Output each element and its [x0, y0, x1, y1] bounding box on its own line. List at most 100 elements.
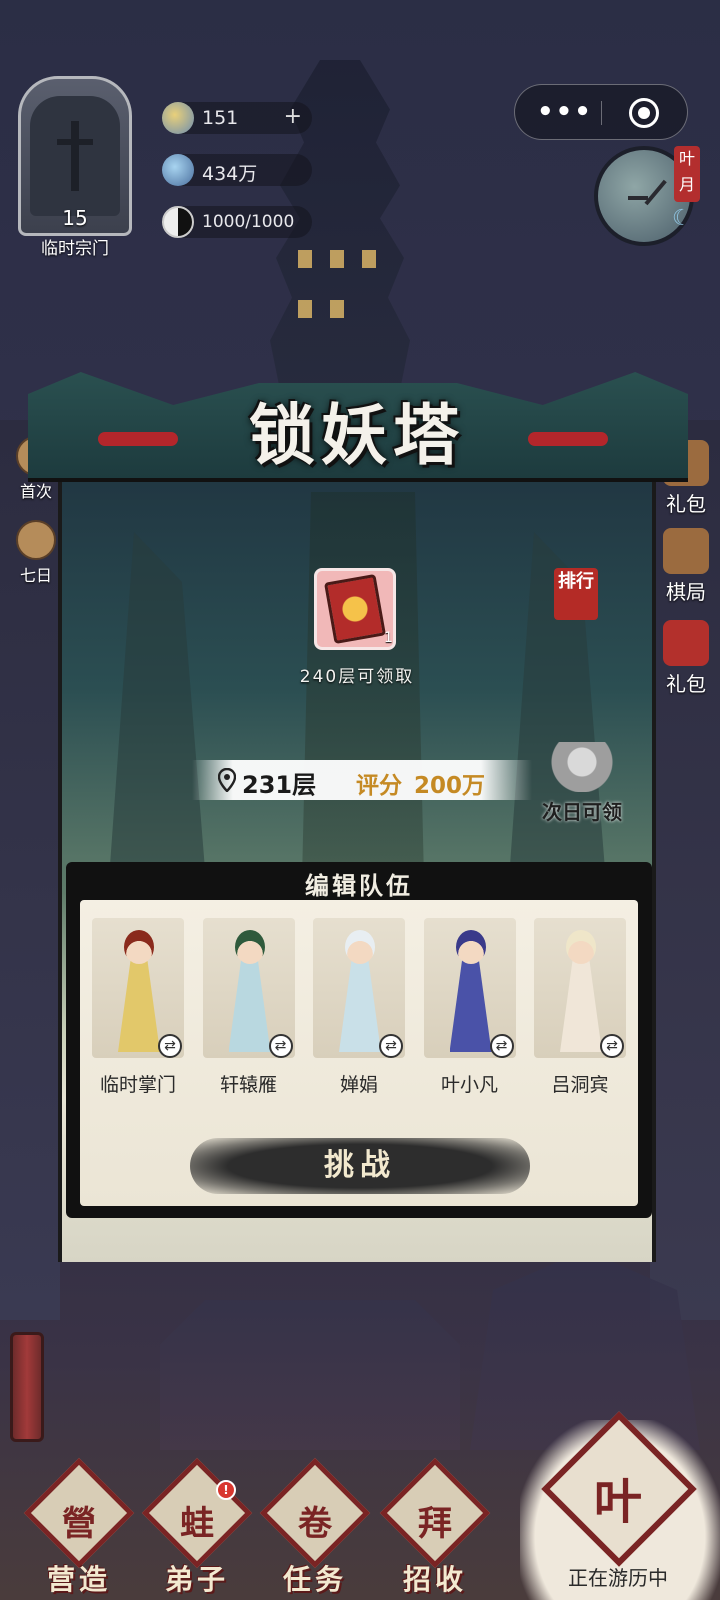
hero-name: 轩辕雁: [219, 1074, 277, 1096]
spirit-stone-icon: [162, 102, 194, 134]
side-chess[interactable]: 棋局: [658, 528, 714, 605]
nav-disciples[interactable]: 蛙 ! 弟子: [140, 1457, 253, 1596]
sect-name: 临时宗门: [41, 239, 109, 259]
background-window: [330, 300, 344, 318]
ranking-button[interactable]: 排行: [554, 568, 598, 620]
seven-day-icon: [16, 520, 56, 560]
challenge-button[interactable]: 挑战: [190, 1138, 530, 1194]
hero-head: [234, 930, 265, 964]
resource-stamina: 1000/1000: [162, 206, 312, 238]
red-packet-icon: [663, 620, 709, 666]
clock-hand: [644, 179, 667, 206]
scroll-task-icon: 卷: [298, 1504, 332, 1544]
side-label: 首次: [19, 482, 52, 501]
chess-icon: [663, 528, 709, 574]
reward-count: 1: [384, 630, 393, 646]
swap-icon[interactable]: ⇄: [379, 1034, 403, 1058]
notification-badge: !: [216, 1480, 236, 1500]
side-gift-pack-2[interactable]: 礼包: [658, 620, 714, 697]
background-window: [298, 250, 312, 268]
clock-hand: [628, 196, 648, 200]
sect-badge[interactable]: 15 临时宗门: [10, 66, 140, 262]
swap-icon[interactable]: ⇄: [600, 1034, 624, 1058]
hero-portrait: [225, 924, 275, 1054]
resource-spirit-stone: 151 +: [162, 102, 312, 134]
panel-title: 锁妖塔: [249, 396, 465, 474]
team-roster: ⇄ 临时掌门 ⇄ 轩辕雁 ⇄ 婵娟 ⇄ 叶小凡 ⇄ 吕洞宾 挑战: [80, 900, 638, 1206]
side-label: 棋局: [666, 580, 706, 604]
background-window: [362, 250, 376, 268]
nav-label: 招收: [402, 1563, 467, 1596]
moon-icon: ☾: [672, 206, 692, 231]
hero-robe: [560, 960, 602, 1052]
nav-label: 任务: [282, 1563, 347, 1596]
demon-tower-panel: 锁妖塔 排行 1 240层可领取 231层 评分 200万 次日可领 编辑队伍 …: [28, 372, 688, 1262]
hero-robe: [228, 960, 271, 1052]
mini-program-capsule: •••: [514, 84, 688, 140]
sect-emblem: [30, 96, 120, 216]
location-pin-icon: [218, 768, 236, 792]
month-tag: 叶月: [674, 146, 700, 202]
team-title: 编辑队伍: [305, 872, 413, 900]
hero-list: ⇄ 临时掌门 ⇄ 轩辕雁 ⇄ 婵娟 ⇄ 叶小凡 ⇄ 吕洞宾: [88, 918, 630, 1108]
hero-slot[interactable]: ⇄ 叶小凡: [420, 918, 520, 1108]
hero-name: 叶小凡: [440, 1074, 498, 1096]
building-icon: 營: [62, 1504, 96, 1544]
hero-head: [345, 930, 375, 964]
yin-yang-icon: [162, 206, 194, 238]
add-resource-button[interactable]: +: [284, 104, 302, 129]
travel-icon: 叶: [593, 1474, 642, 1530]
swap-icon[interactable]: ⇄: [489, 1034, 514, 1058]
more-menu-icon[interactable]: •••: [537, 99, 593, 125]
sword-icon: [57, 121, 93, 191]
nav-recruit[interactable]: 拜 招收: [378, 1457, 491, 1596]
travel-status: 正在游历中: [568, 1566, 668, 1590]
hero-robe: [339, 960, 381, 1052]
hero-name: 临时掌门: [99, 1074, 176, 1096]
hero-name: 吕洞宾: [551, 1074, 609, 1096]
daily-reward-label: 次日可领: [542, 800, 622, 824]
nav-label: 营造: [46, 1563, 111, 1596]
close-target-icon[interactable]: [629, 98, 659, 128]
hero-portrait: [114, 924, 164, 1054]
nav-label: 弟子: [164, 1563, 229, 1596]
background-window: [298, 300, 312, 318]
hero-portrait: [446, 924, 496, 1054]
hero-robe: [118, 960, 160, 1052]
hero-slot[interactable]: ⇄ 临时掌门: [88, 918, 188, 1108]
nav-tasks[interactable]: 卷 任务: [258, 1457, 371, 1596]
skill-book-icon: [324, 573, 386, 645]
hero-slot[interactable]: ⇄ 婵娟: [309, 918, 409, 1108]
crystal-icon: [162, 154, 194, 186]
capsule-divider: [601, 101, 602, 125]
nav-build[interactable]: 營 营造: [22, 1457, 135, 1596]
swap-icon[interactable]: ⇄: [158, 1034, 182, 1058]
background-window: [330, 250, 344, 268]
swap-icon[interactable]: ⇄: [268, 1034, 293, 1058]
scroll-menu-icon[interactable]: [10, 1332, 44, 1442]
reward-condition: 240层可领取: [299, 667, 415, 687]
hero-portrait: [335, 924, 385, 1054]
resource-crystal: 434万: [162, 154, 312, 186]
hero-head: [455, 930, 486, 964]
invitation-card-icon: 拜: [418, 1504, 452, 1544]
hero-slot[interactable]: ⇄ 吕洞宾: [530, 918, 630, 1108]
hero-slot[interactable]: ⇄ 轩辕雁: [199, 918, 299, 1108]
disciple-icon: 蛙: [180, 1504, 214, 1544]
resource-value: 151: [202, 107, 239, 129]
background-gate: [160, 1300, 460, 1450]
current-floor: 231层: [242, 771, 317, 799]
side-seven-day[interactable]: 七日: [14, 520, 58, 586]
daily-reward-chest-icon[interactable]: [532, 742, 632, 792]
hero-portrait: [556, 924, 606, 1054]
hero-head: [566, 930, 596, 964]
team-editor: 编辑队伍 ⇄ 临时掌门 ⇄ 轩辕雁 ⇄ 婵娟 ⇄ 叶小凡 ⇄ 吕洞宾 挑战: [66, 862, 652, 1218]
score-value: 200万: [414, 773, 486, 799]
hero-head: [124, 930, 154, 964]
side-label: 礼包: [666, 492, 706, 516]
hero-name: 婵娟: [339, 1074, 378, 1096]
score-label: 评分: [356, 773, 402, 799]
sect-level: 15: [62, 206, 88, 230]
side-label: 七日: [19, 566, 52, 585]
resource-value: 1000/1000: [202, 212, 295, 232]
